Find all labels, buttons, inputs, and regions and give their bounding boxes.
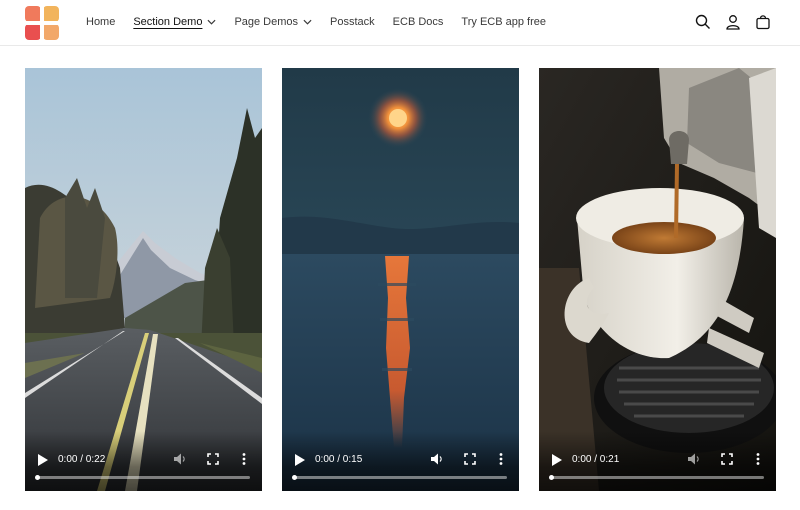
video-grid: 0:00 / 0:22 0:00 / 0:15 0:00 / 0:21	[25, 68, 776, 491]
nav-item-home[interactable]: Home	[86, 15, 115, 29]
fullscreen-icon[interactable]	[463, 452, 477, 466]
nav-item-ecb-docs[interactable]: ECB Docs	[393, 15, 444, 29]
fullscreen-icon[interactable]	[206, 452, 220, 466]
video-frame-espresso-cup	[539, 68, 776, 491]
site-header: Home Section Demo Page Demos Posstack EC…	[0, 0, 800, 46]
video-progress-thumb[interactable]	[549, 475, 554, 480]
video-player-espresso-cup[interactable]: 0:00 / 0:21	[539, 68, 776, 491]
search-icon[interactable]	[693, 12, 713, 32]
main-nav: Home Section Demo Page Demos Posstack EC…	[86, 15, 564, 29]
video-controls: 0:00 / 0:21	[539, 431, 776, 491]
chevron-down-icon	[207, 19, 216, 25]
video-player-moon-over-lake[interactable]: 0:00 / 0:15	[282, 68, 519, 491]
nav-item-label: Section Demo	[133, 16, 203, 28]
volume-icon[interactable]	[687, 452, 701, 466]
more-options-icon[interactable]	[753, 452, 763, 466]
more-options-icon[interactable]	[239, 452, 249, 466]
video-progress-track[interactable]	[549, 475, 764, 480]
video-progress-track[interactable]	[292, 475, 507, 480]
chevron-down-icon	[303, 19, 312, 25]
video-player-mountain-road[interactable]: 0:00 / 0:22	[25, 68, 262, 491]
video-controls: 0:00 / 0:22	[25, 431, 262, 491]
nav-item-page-demos[interactable]: Page Demos	[234, 15, 312, 29]
fullscreen-icon[interactable]	[720, 452, 734, 466]
video-time: 0:00 / 0:15	[315, 454, 363, 465]
video-progress-thumb[interactable]	[292, 475, 297, 480]
video-frame-mountain-road	[25, 68, 262, 491]
nav-item-try-ecb[interactable]: Try ECB app free	[461, 15, 546, 29]
video-frame-moon-over-lake	[282, 68, 519, 491]
nav-item-posstack[interactable]: Posstack	[330, 15, 375, 29]
nav-item-label: Home	[86, 16, 116, 28]
play-icon[interactable]	[294, 453, 306, 467]
video-time: 0:00 / 0:22	[58, 454, 106, 465]
play-icon[interactable]	[37, 453, 49, 467]
nav-item-label: Posstack	[330, 16, 375, 28]
video-controls: 0:00 / 0:15	[282, 431, 519, 491]
header-actions	[693, 12, 773, 32]
cart-icon[interactable]	[753, 12, 773, 32]
more-options-icon[interactable]	[496, 452, 506, 466]
play-icon[interactable]	[551, 453, 563, 467]
video-progress-thumb[interactable]	[35, 475, 40, 480]
volume-icon[interactable]	[430, 452, 444, 466]
video-time: 0:00 / 0:21	[572, 454, 620, 465]
nav-item-label: Try ECB app free	[461, 16, 546, 28]
nav-item-label: Page Demos	[234, 16, 299, 28]
nav-item-label: ECB Docs	[392, 16, 444, 28]
video-progress-track[interactable]	[35, 475, 250, 480]
volume-icon[interactable]	[173, 452, 187, 466]
nav-item-section-demo[interactable]: Section Demo	[133, 15, 216, 29]
account-icon[interactable]	[723, 12, 743, 32]
store-logo[interactable]	[24, 5, 60, 41]
